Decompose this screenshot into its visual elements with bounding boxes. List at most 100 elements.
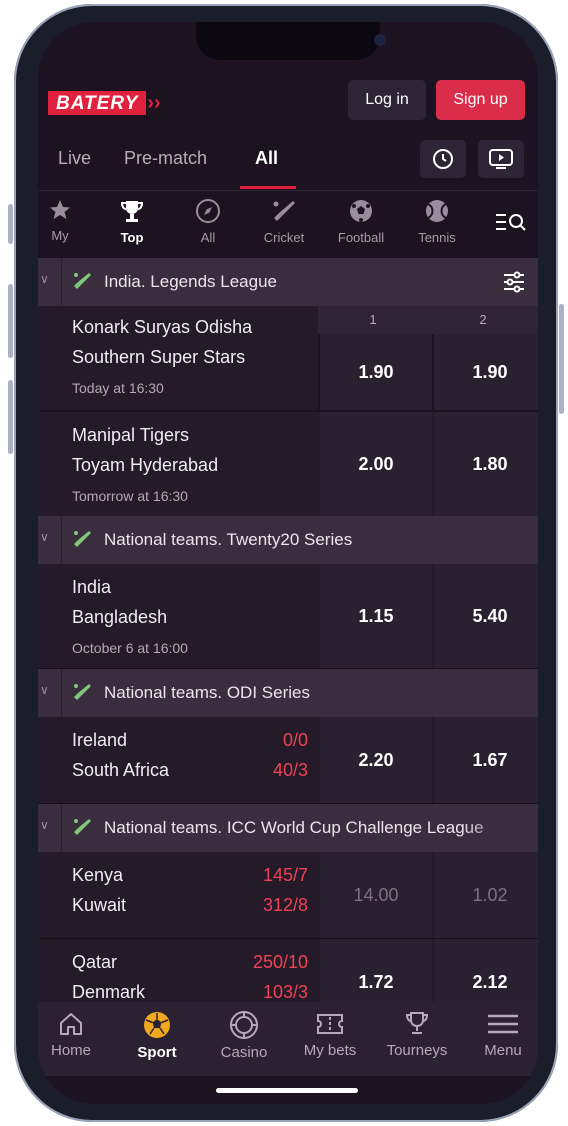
odd-button-1[interactable]: 2.20 xyxy=(320,717,432,803)
list-search-icon xyxy=(496,214,526,231)
play-screen-icon xyxy=(489,149,513,169)
stream-button[interactable] xyxy=(478,140,524,178)
tab-all[interactable]: All xyxy=(255,148,278,169)
sport-all[interactable]: All xyxy=(173,198,243,245)
odd-button-1[interactable]: 1.15 xyxy=(320,564,432,668)
odd-button-1[interactable]: 2.00 xyxy=(320,412,432,516)
league-divider xyxy=(61,258,62,306)
app-screen: BATERY ›› Log in Sign up Live Pre-match … xyxy=(38,22,538,1104)
sports-search-button[interactable] xyxy=(494,210,528,239)
league-header[interactable]: ∨ India. Legends League xyxy=(38,258,538,306)
nav-sport[interactable]: Sport xyxy=(114,1010,200,1061)
sport-top[interactable]: Top xyxy=(97,198,167,245)
league-name: National teams. Twenty20 Series xyxy=(104,530,353,549)
sports-filter-row: My Top All Cricket Football Tennis xyxy=(38,190,538,258)
odd-button-1[interactable]: 1.90 xyxy=(320,334,432,410)
score-home: 250/10 xyxy=(252,952,308,972)
score-away: 40/3 xyxy=(272,760,308,780)
odd-button-2[interactable]: 5.40 xyxy=(434,564,538,668)
team-home: India xyxy=(72,577,112,597)
team-home: Manipal Tigers xyxy=(72,425,190,445)
nav-my-bets[interactable]: My bets xyxy=(287,1010,373,1059)
home-icon xyxy=(60,1013,82,1035)
league-header[interactable]: ∨ National teams. Twenty20 Series xyxy=(38,516,538,564)
nav-label: Sport xyxy=(137,1044,177,1061)
mode-tabs: Live Pre-match All xyxy=(38,130,538,191)
sport-cricket[interactable]: Cricket xyxy=(249,198,319,245)
match-teams: Kenya Kuwait xyxy=(72,860,126,920)
odd-button-2[interactable]: 2.12 xyxy=(434,939,538,1002)
football-icon xyxy=(350,200,372,222)
team-home: Ireland xyxy=(72,730,128,750)
trophy-icon xyxy=(120,201,144,222)
league-header[interactable]: ∨ National teams. ODI Series xyxy=(38,669,538,717)
match-teams: Konark Suryas Odisha Southern Super Star… xyxy=(72,312,252,372)
nav-label: Menu xyxy=(484,1042,522,1059)
match-teams: Manipal Tigers Toyam Hyderabad xyxy=(72,420,218,480)
nav-label: Tourneys xyxy=(386,1042,448,1059)
league-name: India. Legends League xyxy=(104,272,277,291)
volume-up-button xyxy=(8,284,13,358)
nav-home[interactable]: Home xyxy=(38,1010,114,1059)
logo-chevron-icon: ›› xyxy=(147,91,161,114)
clock-icon xyxy=(433,149,453,169)
sport-my[interactable]: My xyxy=(38,198,95,243)
nav-menu[interactable]: Menu xyxy=(460,1010,538,1059)
match-scores: 145/7 312/8 xyxy=(218,860,308,920)
signup-button[interactable]: Sign up xyxy=(436,80,525,120)
nav-label: My bets xyxy=(303,1042,357,1059)
nav-casino[interactable]: Casino xyxy=(201,1010,287,1061)
sport-tennis[interactable]: Tennis xyxy=(402,198,472,245)
tab-live[interactable]: Live xyxy=(58,148,91,169)
cricket-icon xyxy=(74,273,91,289)
cricket-icon xyxy=(273,201,295,221)
app-header: BATERY ›› Log in Sign up xyxy=(38,80,538,128)
sport-ball-icon xyxy=(144,1012,170,1038)
cricket-icon xyxy=(74,819,91,835)
nav-label: Casino xyxy=(220,1044,268,1061)
sport-label: My xyxy=(51,228,69,243)
camera-icon xyxy=(374,34,386,46)
odd-button-1[interactable]: 14.00 xyxy=(320,852,432,938)
home-indicator[interactable] xyxy=(216,1088,358,1093)
team-away: Denmark xyxy=(72,982,146,1002)
menu-icon xyxy=(488,1014,518,1034)
match-time: Today at 16:30 xyxy=(72,380,164,396)
league-name: National teams. ICC World Cup Challenge … xyxy=(104,818,484,837)
odd-button-2[interactable]: 1.80 xyxy=(434,412,538,516)
team-away: South Africa xyxy=(72,760,170,780)
league-header[interactable]: ∨ National teams. ICC World Cup Challeng… xyxy=(38,804,538,852)
league-divider xyxy=(61,804,62,852)
chevron-down-icon: ∨ xyxy=(40,683,49,697)
cricket-icon xyxy=(74,531,91,547)
match-teams: Ireland South Africa xyxy=(72,725,169,785)
team-home: Konark Suryas Odisha xyxy=(72,317,253,337)
login-button[interactable]: Log in xyxy=(348,80,426,120)
trophy-icon xyxy=(405,1012,429,1034)
logo-text: BATERY xyxy=(48,91,147,115)
chevron-down-icon: ∨ xyxy=(40,530,49,544)
schedule-button[interactable] xyxy=(420,140,466,178)
tennis-icon xyxy=(426,200,448,222)
odd-button-2[interactable]: 1.90 xyxy=(434,334,538,410)
chevron-down-icon: ∨ xyxy=(40,818,49,832)
league-name: National teams. ODI Series xyxy=(104,683,310,702)
match-scores: 0/0 40/3 xyxy=(218,725,308,785)
nav-tourneys[interactable]: Tourneys xyxy=(374,1010,460,1059)
score-away: 103/3 xyxy=(262,982,308,1002)
league-divider xyxy=(61,669,62,717)
odd-button-1[interactable]: 1.72 xyxy=(320,939,432,1002)
odd-button-2[interactable]: 1.67 xyxy=(434,717,538,803)
match-teams: Qatar Denmark xyxy=(72,947,145,1002)
tab-prematch[interactable]: Pre-match xyxy=(124,148,207,169)
ticket-icon xyxy=(317,1014,343,1034)
sport-label: All xyxy=(200,230,216,245)
mute-switch xyxy=(8,204,13,244)
batery-logo[interactable]: BATERY ›› xyxy=(48,90,161,116)
filter-sliders-icon[interactable] xyxy=(502,270,526,294)
cricket-icon xyxy=(74,684,91,700)
score-home: 0/0 xyxy=(282,730,308,750)
odd-button-2[interactable]: 1.02 xyxy=(434,852,538,938)
compass-icon xyxy=(196,199,220,223)
sport-football[interactable]: Football xyxy=(326,198,396,245)
